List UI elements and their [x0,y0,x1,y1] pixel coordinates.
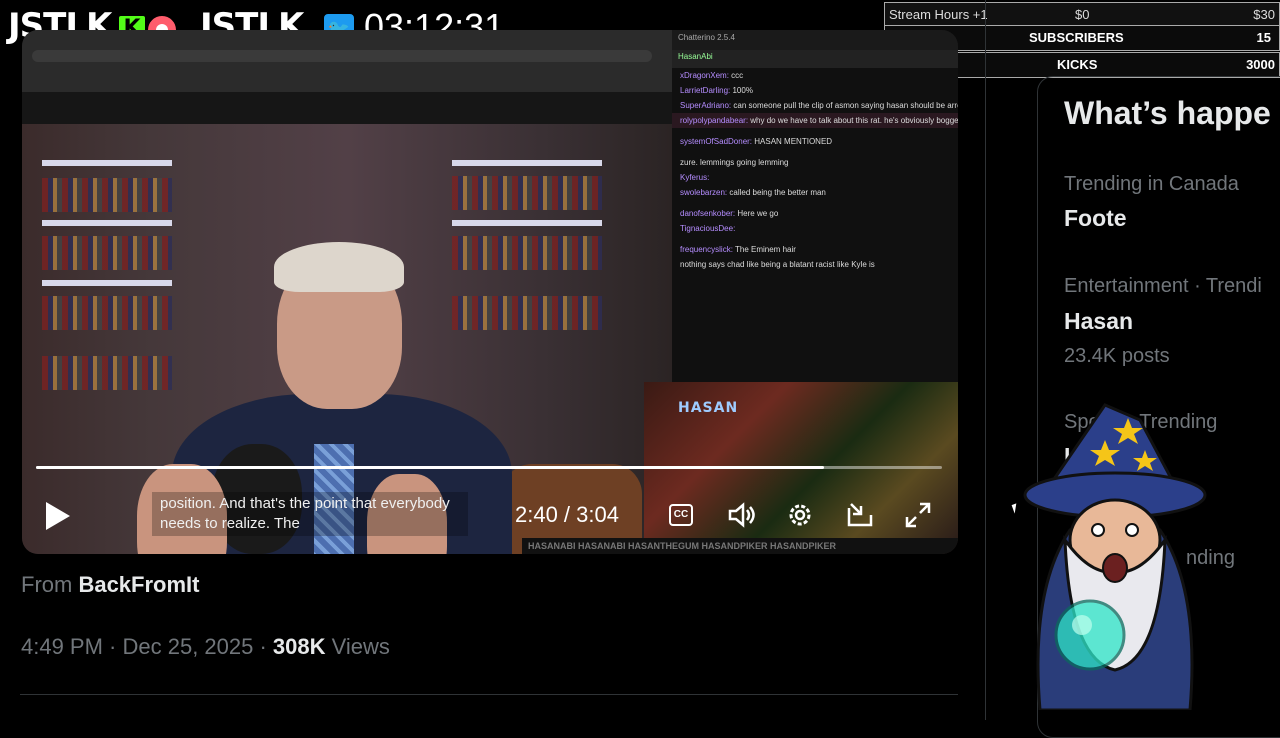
chat-line: nothing says chad like being a blatant r… [672,257,958,272]
gear-icon [789,504,811,526]
play-button[interactable] [46,502,70,530]
books [42,296,172,330]
books [452,176,602,210]
shelf [452,160,602,166]
video-progress-bar[interactable] [36,466,942,469]
chat-text: 100% [732,86,753,95]
trend-post-count: 23.4K posts [1064,345,1170,367]
chat-window: Chatterino 2.5.4 HasanAbi xDragonXem: cc… [672,30,958,386]
chat-tab: HasanAbi [672,50,958,68]
chat-line: zure. lemmings going lemming [672,155,958,170]
chat-line: Kyferus: [672,170,958,185]
settings-button[interactable] [785,500,815,530]
trend-context: Trending in Canada [1064,173,1239,195]
stat-goal: 3000 [1246,57,1275,72]
chat-text: nothing says chad like being a blatant r… [680,260,875,269]
chat-line: SuperAdriano: can someone pull the clip … [672,98,958,113]
chat-text: The Eminem hair [735,245,796,254]
chat-text: Here we go [737,209,779,218]
captions-button[interactable]: CC [666,500,696,530]
books [452,236,602,270]
embedded-browser-gap [22,92,672,124]
chat-line: systemOfSadDoner: HASAN MENTIONED [672,134,958,149]
video-captions: position. And that's the point that ever… [152,492,468,536]
source-user-link[interactable]: BackFromIt [78,572,199,597]
column-divider [985,0,986,720]
chat-line: LarrietDarling: 100% [672,83,958,98]
chat-line: swolebarzen: called being the better man [672,185,958,200]
volume-icon [728,502,755,528]
books [42,236,172,270]
chat-title: Chatterino 2.5.4 [672,30,958,50]
chat-text: zure. lemmings going lemming [680,158,789,167]
chat-line: xDragonXem: ccc [672,68,958,83]
post-timestamp[interactable]: 4:49 PM · Dec 25, 2025 · [21,634,267,659]
stat-label: KICKS [1057,57,1098,72]
stat-label: Stream Hours +1 [889,7,988,22]
chat-line: rolypolypandabear: why do we have to tal… [672,113,958,128]
views-count: 308K [272,634,326,659]
books [42,356,172,390]
chat-text: HASAN MENTIONED [754,137,833,146]
stat-value: $0 [1075,7,1090,22]
views-label: Views [331,634,390,659]
chat-line: danofsenkober: Here we go [672,206,958,221]
fullscreen-button[interactable] [903,500,933,530]
chat-username: swolebarzen: [680,188,728,197]
trend-name[interactable]: Hasan [1064,308,1133,335]
shelf [42,280,172,286]
stat-goal: $30 [1253,7,1275,22]
webcam-label: HASAN [678,400,739,416]
shelf [42,160,172,166]
pip-icon [847,503,873,527]
volume-button[interactable] [726,500,756,530]
shelf [452,220,602,226]
divider [20,694,958,695]
books [452,296,602,330]
picture-in-picture-button[interactable] [845,500,875,530]
chat-username: LarrietDarling: [680,86,731,95]
chat-username: systemOfSadDoner: [680,137,753,146]
wizard-mascot-icon [1023,403,1207,710]
chat-username: TignaciousDee: [680,224,736,233]
embedded-browser-bar [22,30,672,92]
chat-text: can someone pull the clip of asmon sayin… [733,101,958,110]
chat-username: Kyferus: [680,173,710,182]
chat-text: ccc [731,71,744,80]
chat-messages: xDragonXem: ccc LarrietDarling: 100% Super… [672,68,958,272]
trend-context: Entertainment · Trendi [1064,275,1262,297]
speaker-hair [274,242,404,292]
chat-username: frequencyslick: [680,245,733,254]
chat-username: xDragonXem: [680,71,729,80]
chat-line: TignaciousDee: [672,221,958,236]
cc-icon: CC [669,504,693,526]
chat-username: SuperAdriano: [680,101,732,110]
chat-username: danofsenkober: [680,209,736,218]
stat-row-hours: Stream Hours +1 $0 $30 [884,2,1280,26]
books [42,178,172,212]
post-source: From BackFromIt [21,572,200,598]
chat-text: called being the better man [729,188,826,197]
trends-title: What’s happe [1064,95,1271,131]
chat-line: frequencyslick: The Eminem hair [672,242,958,257]
video-progress-fill [36,466,825,469]
video-player[interactable]: Chatterino 2.5.4 HasanAbi xDragonXem: cc… [22,30,958,554]
from-label: From [21,572,73,597]
shelf [42,220,172,226]
social-banner: HASANABI HASANABI HASANTHEGUM HASANDPIKE… [522,538,958,554]
trend-name[interactable]: Foote [1064,205,1127,232]
stat-goal: 15 [1256,30,1271,45]
video-time: 2:40 / 3:04 [515,502,619,527]
chat-text: why do we have to talk about this rat. h… [750,116,958,125]
post-meta: 4:49 PM · Dec 25, 2025 · 308K Views [21,634,390,660]
chat-username: rolypolypandabear: [680,116,749,125]
stat-label: SUBSCRIBERS [1029,30,1124,45]
video-frame [22,124,672,554]
expand-icon [905,502,931,528]
